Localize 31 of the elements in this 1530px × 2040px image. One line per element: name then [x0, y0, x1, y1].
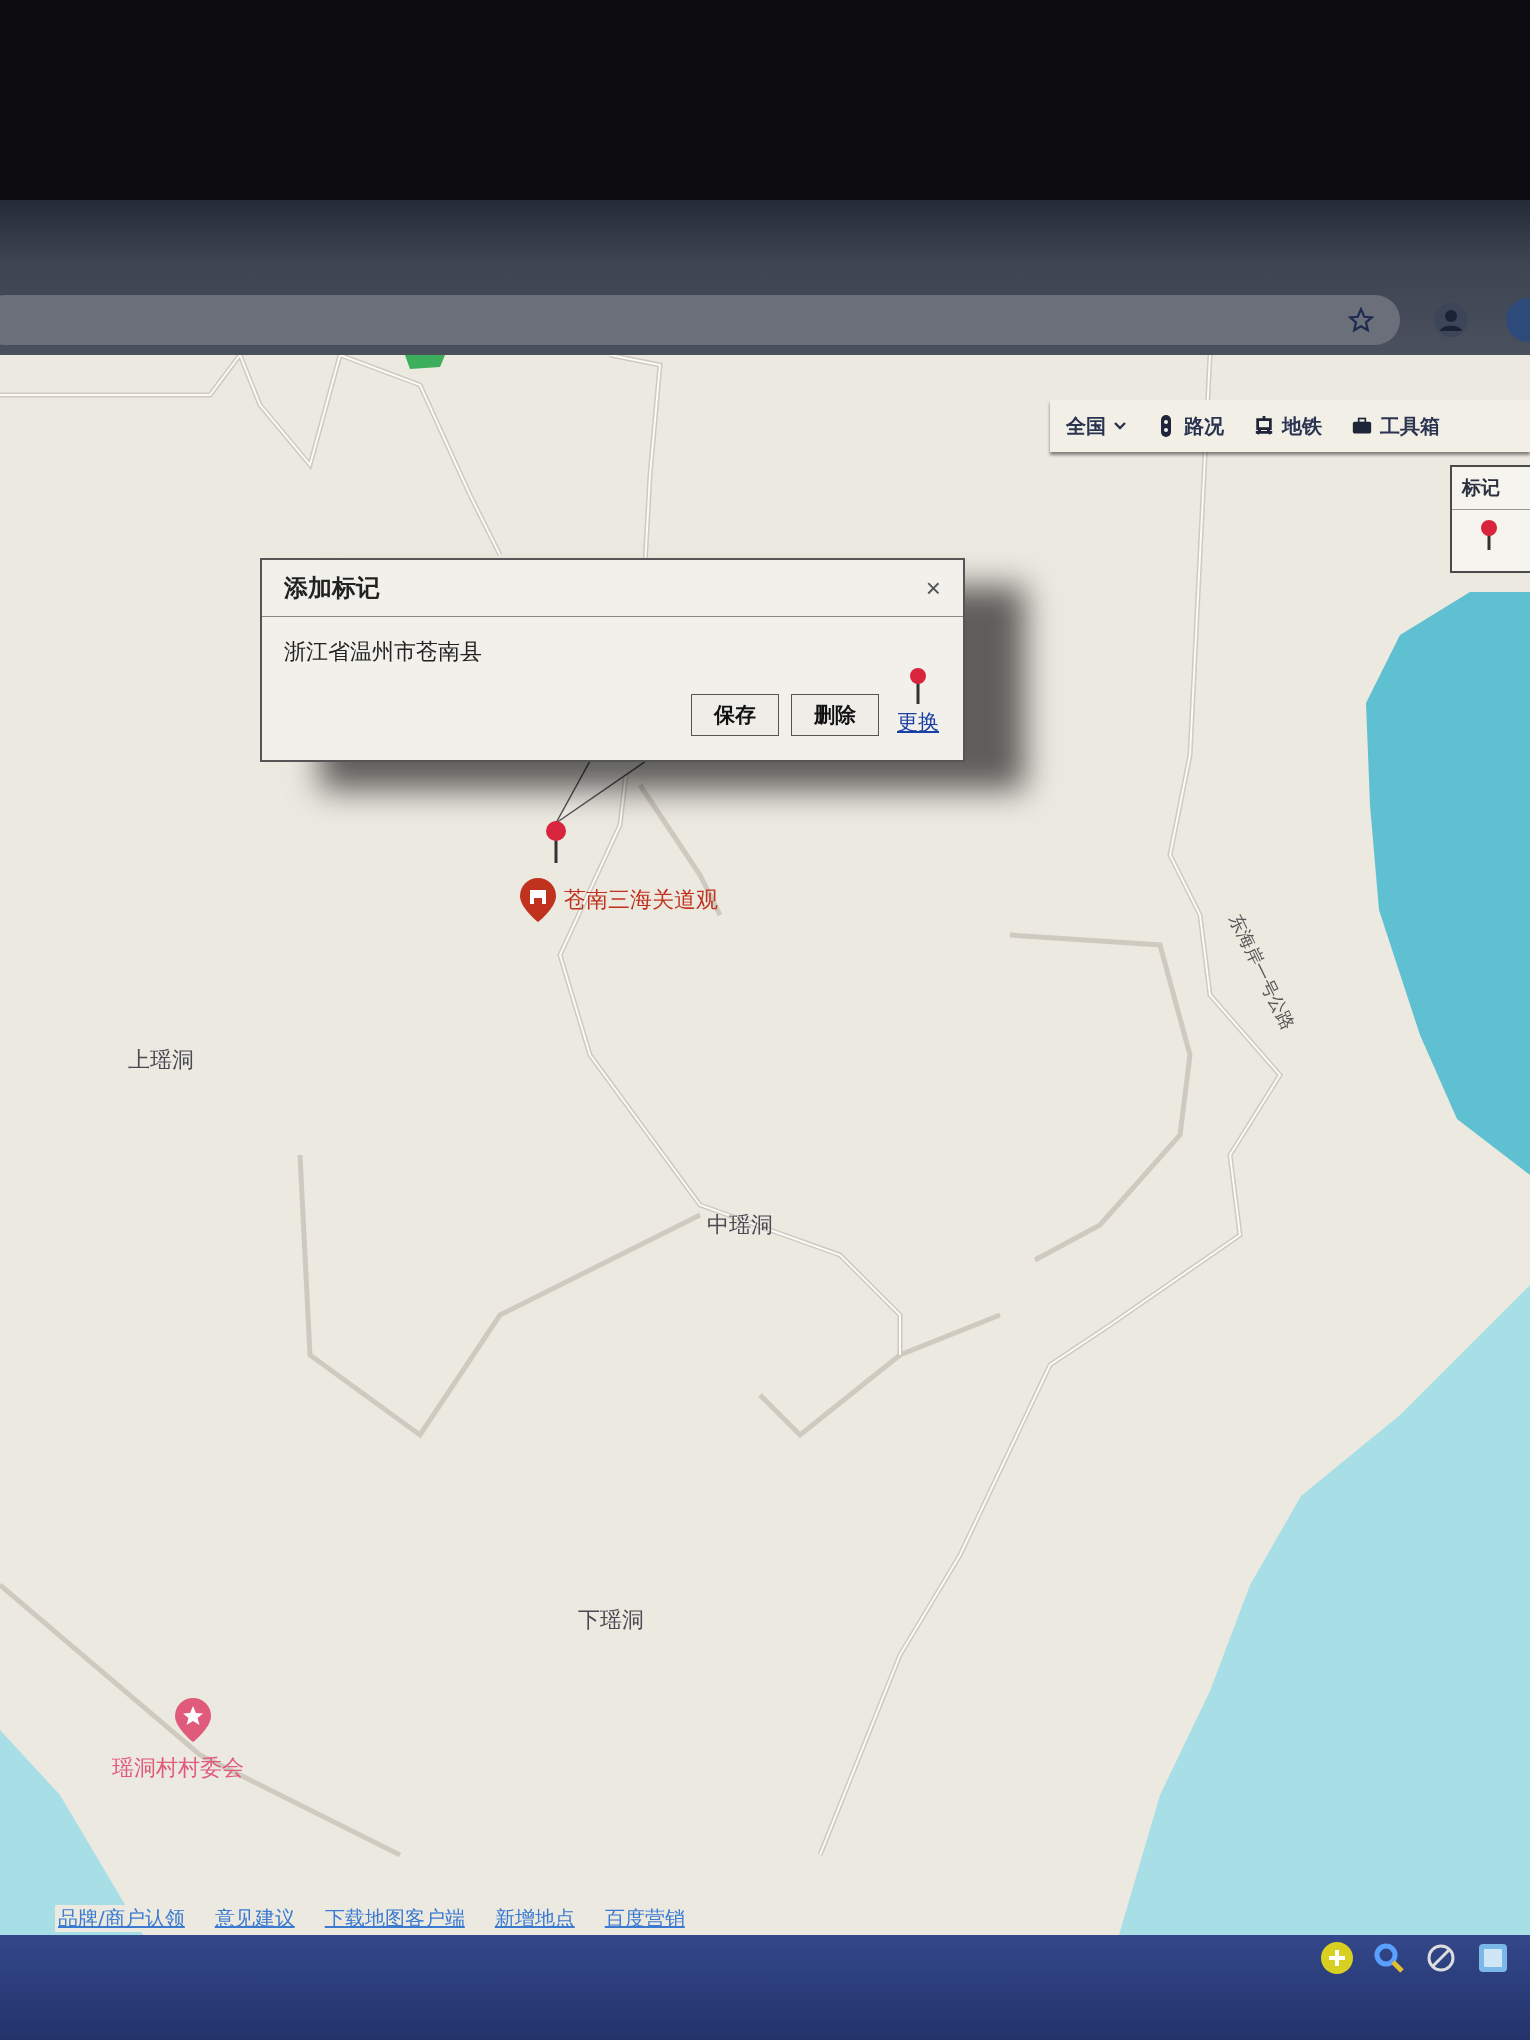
- temple-marker-icon[interactable]: [520, 878, 556, 922]
- address-field[interactable]: [0, 295, 1400, 345]
- app-icon[interactable]: [1476, 1941, 1510, 1975]
- place-label: 中瑶洞: [707, 1211, 773, 1239]
- save-button[interactable]: 保存: [691, 694, 779, 736]
- delete-button[interactable]: 删除: [791, 694, 879, 736]
- star-marker-icon[interactable]: [175, 1698, 211, 1742]
- search-icon[interactable]: [1372, 1941, 1406, 1975]
- change-link[interactable]: 更换: [897, 708, 939, 736]
- add-icon[interactable]: [1320, 1941, 1354, 1975]
- pin-icon[interactable]: [1480, 520, 1498, 550]
- toolbar-item[interactable]: 全国: [1066, 412, 1126, 440]
- toolbar-item[interactable]: 工具箱: [1352, 412, 1440, 440]
- place-label: 上瑶洞: [128, 1046, 194, 1074]
- close-button[interactable]: ×: [925, 572, 941, 604]
- pin-icon: [909, 668, 927, 704]
- dialog-title: 添加标记: [284, 573, 380, 604]
- place-label: 下瑶洞: [578, 1606, 644, 1634]
- road-label: 东海岸一号公路: [1224, 910, 1301, 1034]
- chevron-down-icon: [1114, 422, 1126, 430]
- panel-title: 标记: [1452, 467, 1530, 510]
- footer-link[interactable]: 品牌/商户认领: [55, 1905, 188, 1932]
- train-icon: [1254, 415, 1274, 437]
- toolbar-item[interactable]: 路况: [1156, 412, 1224, 440]
- toolbox-icon: [1352, 415, 1372, 437]
- address-text: 浙江省温州市苍南县: [284, 638, 483, 666]
- poi-label[interactable]: 苍南三海关道观: [564, 885, 718, 915]
- pin-icon: [546, 821, 566, 863]
- star-icon[interactable]: [1348, 307, 1374, 333]
- footer-link[interactable]: 新增地点: [491, 1905, 578, 1932]
- toolbar-item[interactable]: 地铁: [1254, 412, 1322, 440]
